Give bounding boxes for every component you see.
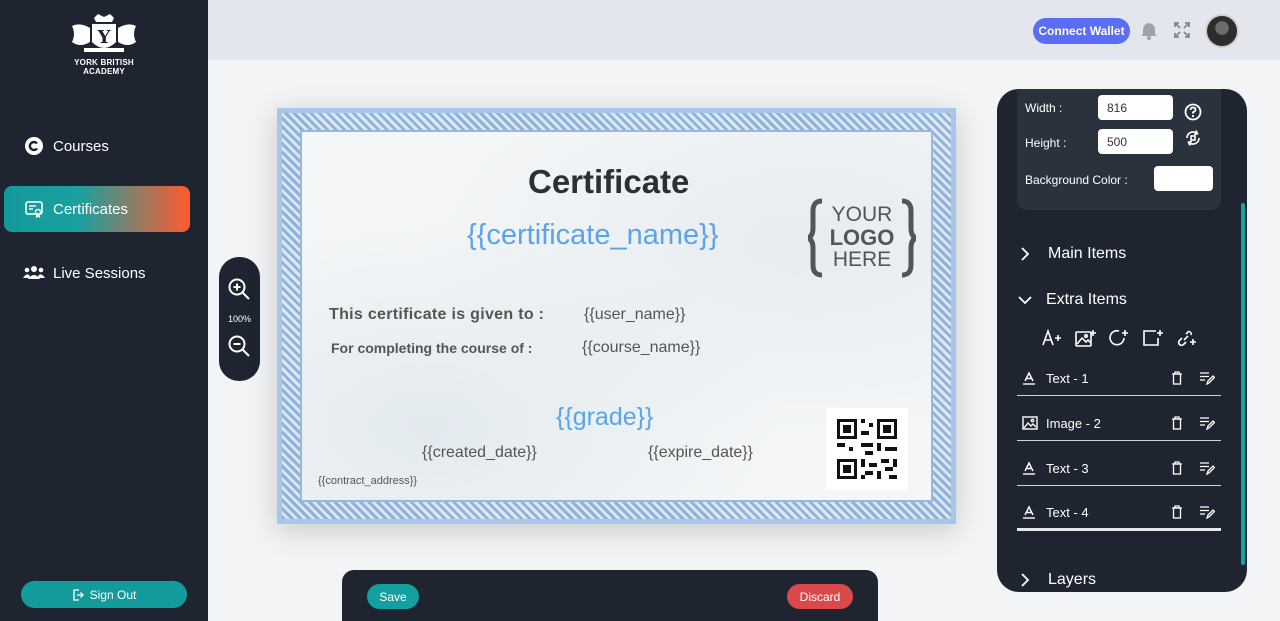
height-input[interactable] [1098, 129, 1173, 154]
edit-icon[interactable] [1199, 461, 1215, 475]
given-to-text[interactable]: This certificate is given to : [329, 306, 544, 324]
layer-item-image-2[interactable]: Image - 2 [1017, 406, 1221, 441]
main-items-toggle[interactable]: Main Items [1020, 245, 1126, 263]
certificate-title[interactable]: Certificate [528, 163, 689, 201]
expire-date-field[interactable]: {{expire_date}} [648, 444, 753, 462]
nav-label-certificates: Certificates [53, 200, 129, 218]
zoom-control: 100% [219, 257, 260, 381]
sign-out-label: Sign Out [89, 587, 137, 602]
add-shape-icon[interactable] [1109, 329, 1129, 352]
layer-item-text-4[interactable]: Text - 4 [1017, 496, 1221, 531]
logo-line-here: HERE [832, 248, 892, 271]
background-color-input[interactable] [1154, 166, 1213, 191]
academy-name-line2: ACADEMY [83, 67, 125, 76]
width-label: Width : [1025, 101, 1063, 115]
add-image-icon[interactable] [1075, 329, 1097, 352]
chevron-right-icon [1020, 573, 1034, 587]
nav-item-live-sessions[interactable]: Live Sessions [4, 250, 190, 296]
svg-text:Y: Y [97, 27, 112, 48]
text-icon [1022, 371, 1040, 385]
trash-icon[interactable] [1171, 371, 1183, 385]
save-button[interactable]: Save [367, 584, 419, 609]
group-icon [23, 262, 45, 284]
copyright-icon [23, 135, 45, 157]
academy-name-line1: YORK BRITISH [74, 58, 134, 67]
layer-item-label: Text - 3 [1046, 460, 1089, 476]
certificate-icon [23, 198, 45, 220]
text-icon [1022, 461, 1040, 475]
logo-line-your: YOUR [831, 203, 893, 226]
crest-icon: Y [72, 14, 136, 52]
nav-item-courses[interactable]: Courses [4, 123, 190, 169]
completing-course-text[interactable]: For completing the course of : [331, 340, 532, 356]
background-color-label: Background Color : [1025, 173, 1128, 187]
edit-icon[interactable] [1199, 371, 1215, 385]
add-rectangle-icon[interactable] [1142, 329, 1164, 352]
layers-toggle[interactable]: Layers [1020, 571, 1096, 589]
user-avatar[interactable] [1205, 14, 1239, 48]
academy-name: YORK BRITISH ACADEMY [64, 58, 144, 76]
image-icon [1022, 416, 1040, 430]
trash-icon[interactable] [1171, 416, 1183, 430]
layer-item-label: Text - 1 [1046, 370, 1089, 386]
width-input[interactable] [1098, 95, 1173, 120]
trash-icon[interactable] [1171, 461, 1183, 475]
fullscreen-icon[interactable] [1173, 21, 1191, 44]
add-text-icon[interactable] [1042, 328, 1062, 352]
user-name-field[interactable]: {{user_name}} [584, 306, 685, 324]
sign-out-button[interactable]: Sign Out [21, 581, 187, 608]
course-name-field[interactable]: {{course_name}} [582, 339, 700, 357]
created-date-field[interactable]: {{created_date}} [422, 444, 537, 462]
contract-address-field[interactable]: {{contract_address}} [318, 475, 417, 487]
qr-code[interactable] [826, 408, 908, 490]
chevron-right-icon [1020, 247, 1034, 261]
layer-item-text-1[interactable]: Text - 1 [1017, 361, 1221, 396]
nav-item-certificates[interactable]: Certificates [4, 186, 190, 232]
height-label: Height : [1025, 136, 1067, 150]
layer-item-label: Image - 2 [1046, 415, 1101, 431]
academy-logo[interactable]: Y YORK BRITISH ACADEMY [64, 12, 144, 76]
extra-items-label: Extra Items [1046, 291, 1127, 308]
text-icon [1022, 505, 1040, 519]
add-link-icon[interactable] [1176, 329, 1198, 352]
layer-item-label: Text - 4 [1046, 504, 1089, 520]
certificate-name-field[interactable]: {{certificate_name}} [467, 219, 719, 252]
zoom-out-icon[interactable] [227, 334, 251, 363]
zoom-in-icon[interactable] [227, 277, 251, 306]
discard-button[interactable]: Discard [787, 584, 853, 609]
edit-icon[interactable] [1199, 505, 1215, 519]
edit-icon[interactable] [1199, 416, 1215, 430]
help-icon[interactable] [1184, 103, 1202, 126]
sidebar: Y YORK BRITISH ACADEMY Courses Certifica… [0, 0, 208, 621]
panel-scrollbar[interactable] [1241, 203, 1245, 565]
logout-icon [72, 588, 84, 601]
nav-label-courses: Courses [53, 137, 109, 155]
logo-placeholder[interactable]: YOUR LOGO HERE [801, 198, 923, 278]
layers-label: Layers [1048, 571, 1097, 588]
main-items-label: Main Items [1048, 245, 1127, 262]
nav-label-live-sessions: Live Sessions [53, 264, 146, 282]
grade-field[interactable]: {{grade}} [556, 403, 653, 432]
extra-items-toggle[interactable]: Extra Items [1018, 291, 1127, 309]
layer-item-text-3[interactable]: Text - 3 [1017, 451, 1221, 486]
trash-icon[interactable] [1171, 505, 1183, 519]
chevron-down-icon [1018, 295, 1032, 305]
connect-wallet-button[interactable]: Connect Wallet [1033, 18, 1130, 44]
swap-dimensions-icon[interactable] [1184, 129, 1202, 152]
zoom-level: 100% [227, 314, 252, 324]
bell-icon[interactable] [1140, 21, 1158, 46]
